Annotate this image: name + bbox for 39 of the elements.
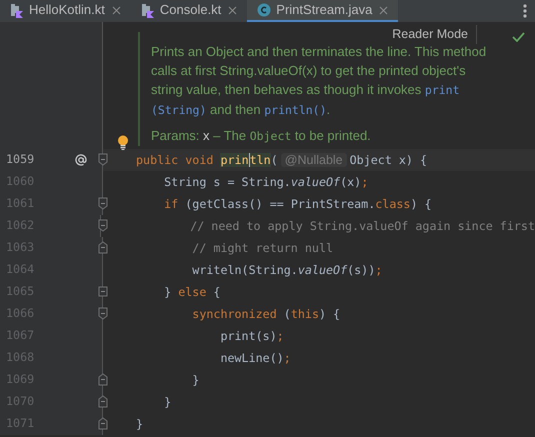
code-line: writeln(String.valueOf(s)); — [191, 262, 382, 279]
line-number: 1059 — [6, 151, 36, 168]
fold-icon[interactable] — [98, 197, 108, 210]
fold-icon[interactable] — [98, 153, 108, 166]
editor-tab[interactable]: PrintStream.java — [247, 0, 398, 22]
code-line: } else { — [163, 284, 220, 301]
close-icon[interactable] — [379, 6, 388, 14]
more-icon[interactable] — [523, 4, 527, 18]
lightbulb-icon[interactable] — [117, 135, 129, 150]
code-line: String s = String.valueOf(x); — [163, 174, 368, 191]
kotlin-file-icon — [140, 2, 155, 18]
doc-description: Prints an Object and then terminates the line. This method calls at first String.valueOf(x) to get the printed object's string value, then behaves as though it invokes print (String) and then println(). — [151, 43, 488, 119]
code-line: public void println( @Nullable Object x) { — [136, 152, 428, 169]
fold-icon[interactable] — [98, 241, 108, 254]
close-icon[interactable] — [112, 6, 121, 14]
fold-icon[interactable] — [98, 285, 108, 298]
code-line: // need to apply String.valueOf again since first — [189, 218, 535, 235]
doc-params: Params: x – The Object to be printed. — [151, 127, 372, 145]
code-line: } — [191, 372, 200, 389]
fold-icon[interactable] — [98, 373, 108, 386]
code-line: } — [163, 394, 172, 411]
close-icon[interactable] — [228, 6, 238, 14]
code-line: print(s); — [219, 328, 284, 345]
fold-icon[interactable] — [98, 307, 108, 320]
code-line: // might return null — [191, 240, 334, 257]
class-icon — [257, 3, 272, 17]
code-line: synchronized (this) { — [191, 306, 340, 323]
fold-icon[interactable] — [98, 219, 108, 232]
at-sign-icon[interactable] — [75, 154, 87, 166]
code-line: } — [136, 416, 144, 433]
reader-mode-button[interactable]: Reader Mode — [392, 25, 477, 44]
fold-icon[interactable] — [98, 417, 108, 430]
editor-tab[interactable]: Console.kt — [130, 0, 248, 22]
kotlin-file-icon — [10, 2, 24, 18]
fold-icon[interactable] — [98, 395, 108, 408]
code-line: newLine(); — [219, 350, 291, 367]
code-line: if (getClass() == PrintStream.class) { — [163, 196, 432, 213]
check-icon — [512, 32, 525, 42]
editor-tab[interactable]: HelloKotlin.kt — [0, 0, 131, 22]
